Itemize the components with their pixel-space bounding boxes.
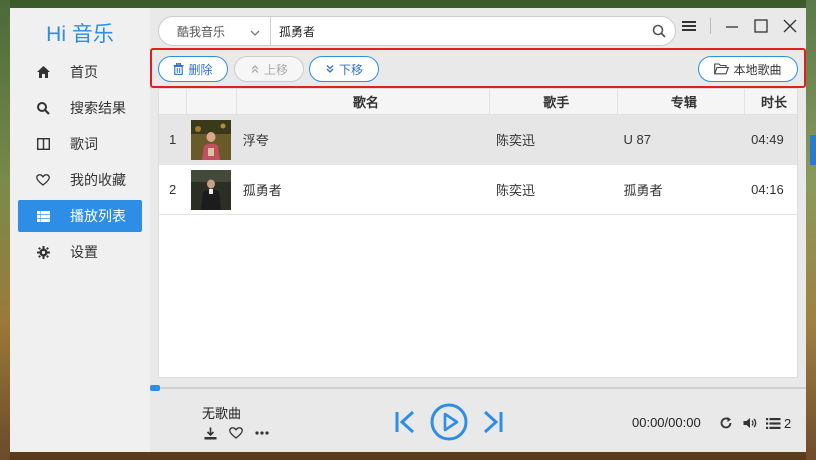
- local-songs-button[interactable]: 本地歌曲: [698, 56, 798, 82]
- folder-open-icon: [714, 63, 730, 75]
- now-playing-title: 无歌曲: [202, 406, 242, 421]
- sidebar-item-home[interactable]: 首页: [18, 56, 142, 88]
- header-artist[interactable]: 歌手: [490, 89, 618, 114]
- sidebar-item-label: 歌词: [70, 136, 98, 152]
- app-logo: Hi 音乐: [46, 23, 114, 46]
- album-cover-image: [190, 169, 231, 210]
- sidebar-item-label: 播放列表: [70, 208, 126, 224]
- top-bar: 酷我音乐 孤勇者: [150, 8, 806, 48]
- sidebar: Hi 音乐 首页 搜索结果 歌词 我的收藏 播放列表 设置: [10, 8, 150, 452]
- song-name: 孤勇者: [242, 183, 282, 198]
- sidebar-item-label: 设置: [70, 244, 98, 260]
- move-down-button[interactable]: 下移: [309, 56, 379, 82]
- player-bar: 无歌曲 00:00/00:00 2: [150, 389, 806, 452]
- sidebar-item-lyrics[interactable]: 歌词: [18, 128, 142, 160]
- song-album: U 87: [623, 132, 652, 147]
- main-panel: 酷我音乐 孤勇者 删除 上移 下移 本地歌曲 歌名 歌手 专辑 时长 1 浮夸 …: [150, 8, 806, 452]
- playlist-toggle[interactable]: 2: [766, 416, 791, 431]
- song-name: 浮夸: [242, 133, 269, 148]
- header-name[interactable]: 歌名: [237, 89, 490, 114]
- source-select[interactable]: 酷我音乐: [159, 17, 271, 45]
- player-options: 2: [718, 415, 791, 431]
- music-player-window: Hi 音乐 首页 搜索结果 歌词 我的收藏 播放列表 设置 酷我音乐 孤勇者 删…: [10, 8, 806, 452]
- search-bar: 酷我音乐 孤勇者: [158, 16, 676, 46]
- playback-controls: [394, 403, 504, 441]
- play-icon[interactable]: [430, 403, 468, 441]
- header-time[interactable]: 时长: [745, 89, 797, 114]
- sidebar-item-favorites[interactable]: 我的收藏: [18, 164, 142, 196]
- maximize-icon[interactable]: [753, 18, 769, 34]
- repeat-icon[interactable]: [718, 415, 734, 431]
- playlist-toolbar: 删除 上移 下移 本地歌曲: [150, 48, 806, 88]
- local-songs-button-label: 本地歌曲: [733, 62, 782, 77]
- song-album: 孤勇者: [623, 183, 663, 198]
- minimize-icon[interactable]: [724, 18, 740, 34]
- source-select-label: 酷我音乐: [177, 24, 226, 39]
- desktop-window-edge: [810, 135, 816, 165]
- desktop-background-right: [806, 0, 816, 460]
- double-chevron-down-icon: [325, 64, 335, 74]
- song-duration: 04:49: [751, 132, 784, 147]
- sidebar-item-label: 搜索结果: [70, 100, 126, 116]
- list-icon: [36, 209, 50, 223]
- trash-icon: [173, 63, 184, 75]
- sidebar-item-settings[interactable]: 设置: [18, 236, 142, 268]
- lyrics-icon: [36, 137, 50, 151]
- next-icon[interactable]: [482, 410, 504, 434]
- header-album[interactable]: 专辑: [618, 89, 746, 114]
- row-index: 2: [169, 182, 177, 197]
- sidebar-item-playlist[interactable]: 播放列表: [18, 200, 142, 232]
- window-controls: [681, 18, 798, 34]
- sidebar-item-label: 我的收藏: [70, 172, 126, 188]
- playlist-table: 歌名 歌手 专辑 时长 1 浮夸 陈奕迅 U 87 04:49 2 孤勇者 陈奕…: [158, 88, 798, 378]
- move-up-button[interactable]: 上移: [234, 56, 304, 82]
- row-index: 1: [169, 132, 177, 147]
- download-icon[interactable]: [202, 425, 218, 441]
- menu-icon[interactable]: [681, 18, 697, 34]
- search-input[interactable]: 孤勇者: [271, 23, 643, 40]
- delete-button-label: 删除: [188, 62, 213, 77]
- header-cover: [187, 89, 237, 114]
- header-index: [159, 89, 187, 114]
- album-cover: [187, 119, 237, 160]
- delete-button[interactable]: 删除: [158, 56, 228, 82]
- table-row[interactable]: 1 浮夸 陈奕迅 U 87 04:49: [159, 115, 797, 165]
- gear-icon: [36, 245, 50, 259]
- song-duration: 04:16: [751, 182, 784, 197]
- more-icon[interactable]: [254, 425, 270, 441]
- song-actions: [202, 425, 270, 441]
- table-row[interactable]: 2 孤勇者 陈奕迅 孤勇者 04:16: [159, 165, 797, 215]
- heart-icon[interactable]: [228, 425, 244, 441]
- home-icon: [36, 65, 50, 79]
- previous-icon[interactable]: [394, 410, 416, 434]
- divider: [710, 18, 711, 34]
- chevron-down-icon: [250, 26, 260, 40]
- volume-icon[interactable]: [742, 415, 758, 431]
- search-icon[interactable]: [643, 24, 675, 38]
- sidebar-item-search-results[interactable]: 搜索结果: [18, 92, 142, 124]
- double-chevron-up-icon: [250, 64, 260, 74]
- table-header: 歌名 歌手 专辑 时长: [159, 89, 797, 115]
- playlist-icon: [766, 417, 781, 429]
- search-icon: [36, 101, 50, 115]
- song-artist: 陈奕迅: [495, 133, 535, 148]
- move-up-button-label: 上移: [263, 62, 288, 77]
- album-cover-image: [190, 119, 231, 160]
- sidebar-nav: 首页 搜索结果 歌词 我的收藏 播放列表 设置: [18, 56, 142, 272]
- heart-icon: [36, 173, 50, 187]
- time-display: 00:00/00:00: [632, 415, 701, 430]
- album-cover: [187, 169, 237, 210]
- song-artist: 陈奕迅: [495, 183, 535, 198]
- playlist-count: 2: [784, 415, 792, 431]
- close-icon[interactable]: [782, 18, 798, 34]
- move-down-button-label: 下移: [338, 62, 363, 77]
- sidebar-item-label: 首页: [70, 64, 98, 80]
- desktop-background-left: [0, 0, 10, 460]
